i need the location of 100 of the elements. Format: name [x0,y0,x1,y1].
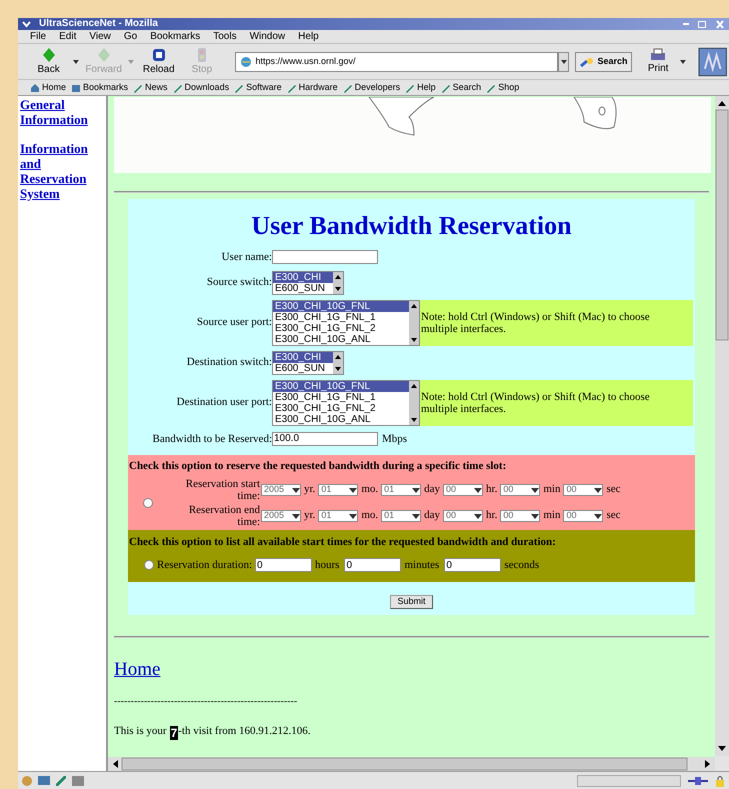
sidebar-link[interactable]: General Information [20,98,100,128]
bookmark-link[interactable]: News [133,80,168,94]
radio-button[interactable] [143,498,153,508]
dropdown[interactable]: 01 [318,510,358,522]
menu-item[interactable]: View [89,29,111,44]
dropdown[interactable]: 2005 [261,510,301,522]
dropdown[interactable]: 00 [443,510,484,522]
list-option[interactable]: E300_CHI_10G_ANL [273,414,409,424]
unit-label: Mbps [382,432,408,446]
dropdown[interactable]: 2005 [261,484,301,496]
scrollbar-arrows-icon [409,380,419,424]
toolbar-button[interactable]: Back [30,46,68,77]
address-field[interactable]: https://www.usn.ornl.gov/ [234,52,558,72]
unit-label: hr. [486,482,498,498]
home-link[interactable]: Home [114,658,160,680]
caret-icon [349,512,358,518]
sidebar-link[interactable]: Information and Reservation System [20,142,100,202]
list-option[interactable]: E300_CHI_1G_FNL_1 [273,392,409,402]
pencil-icon [234,82,244,92]
toolbar-button[interactable]: Reload [140,46,178,77]
list-box[interactable]: E300_CHI_10G_FNL E300_CHI_1G_FNL_1 E300_CHI_1G_FNL_2 E300_CHI_10G_ANL [272,380,420,426]
unit-label: min [543,508,560,524]
menu-item[interactable]: File [30,29,46,44]
dropdown[interactable]: 00 [563,484,604,496]
dropdown[interactable]: 00 [443,484,484,496]
dropdown[interactable]: 01 [381,484,422,496]
dropdown[interactable]: 00 [500,510,540,522]
bookmark-link[interactable]: Help [405,80,436,94]
dropdown[interactable]: 00 [563,510,604,522]
caret-icon [474,512,482,518]
caret-icon [531,486,540,492]
text-field[interactable] [272,250,378,264]
unit-label: seconds [504,558,540,573]
magnifier-icon [580,56,594,66]
bookmark-link[interactable]: Developers [342,80,400,94]
dropdown[interactable]: 01 [318,484,358,496]
text-field[interactable]: 0 [344,558,402,572]
caret-icon [349,486,358,492]
field-label: Reservation start time: [184,478,260,502]
list-option[interactable]: E600_SUN [273,362,333,374]
list-option[interactable]: E300_CHI_1G_FNL_1 [273,312,409,322]
dropdown-arrow-icon [73,60,80,64]
window-title: UltraScienceNet - Mozilla [39,19,158,29]
pencil-icon [286,82,297,92]
menu-item[interactable]: Window [250,29,286,44]
bookmark-link[interactable]: Home [30,80,66,94]
menu-item[interactable]: Go [124,29,138,44]
list-option[interactable]: E300_CHI_10G_FNL [273,300,409,312]
caret-icon [474,486,482,492]
list-box[interactable]: E300_CHI_10G_FNL E300_CHI_1G_FNL_1 E300_CHI_1G_FNL_2 E300_CHI_10G_ANL [272,300,420,346]
caret-icon [594,512,602,518]
caret-icon [412,486,420,492]
bookmark-link[interactable]: Software [234,80,282,94]
list-option[interactable]: E600_SUN [273,282,333,294]
bookmark-link[interactable]: Downloads [172,80,230,94]
pencil-icon [405,82,416,92]
text-field[interactable]: 0 [255,558,312,572]
menu-item[interactable]: Edit [59,29,76,44]
radio-button[interactable] [144,560,154,570]
list-option[interactable]: E300_CHI_10G_FNL [273,380,409,392]
unit-label: sec [606,482,620,498]
pencil-icon [56,776,66,786]
print-button[interactable]: Print [642,47,674,76]
unit-label: mo. [361,482,378,498]
pencil-icon [172,82,183,92]
dropdown-button[interactable] [558,52,570,72]
field-label: User name: [220,250,272,265]
bookmark-link[interactable]: Shop [486,80,520,94]
submit-button[interactable]: Submit [390,594,432,608]
list-option[interactable]: E300_CHI_1G_FNL_2 [273,322,409,334]
unit-label: yr. [304,482,316,498]
caret-icon [531,512,540,518]
dropdown-arrow-icon [680,60,686,64]
menu-item[interactable]: Tools [213,29,237,44]
unit-label: day [424,482,440,498]
lock-icon [715,774,725,786]
menu-item[interactable]: Bookmarks [150,29,200,44]
bookmark-link[interactable]: Bookmarks [71,80,128,94]
list-box[interactable]: E300_CHI E600_SUN [272,270,344,294]
bookmark-link[interactable]: Hardware [286,80,338,94]
list-option[interactable]: E300_CHI [273,352,333,362]
text-field[interactable]: 100.0 [272,432,378,446]
dropdown[interactable]: 01 [381,510,422,522]
pencil-icon [486,82,496,92]
house-icon [30,82,40,92]
search-button[interactable]: Search [575,52,632,72]
pencil-icon [133,82,144,92]
close-icon [715,20,725,28]
note-text: Note: hold Ctrl (Windows) or Shift (Mac) to choose multiple interfaces. [420,390,651,414]
list-option[interactable]: E300_CHI_10G_ANL [273,334,409,344]
scrollbar-arrows-icon [333,272,343,294]
unit-label: minutes [404,558,440,573]
field-label: Destination user port: [176,395,272,410]
bookmark-link[interactable]: Search [440,80,482,94]
dropdown[interactable]: 00 [500,484,540,496]
menu-item[interactable]: Help [298,29,319,44]
list-box[interactable]: E300_CHI E600_SUN [272,350,344,374]
list-option[interactable]: E300_CHI [273,272,333,282]
list-option[interactable]: E300_CHI_1G_FNL_2 [273,402,409,414]
text-field[interactable]: 0 [444,558,502,572]
